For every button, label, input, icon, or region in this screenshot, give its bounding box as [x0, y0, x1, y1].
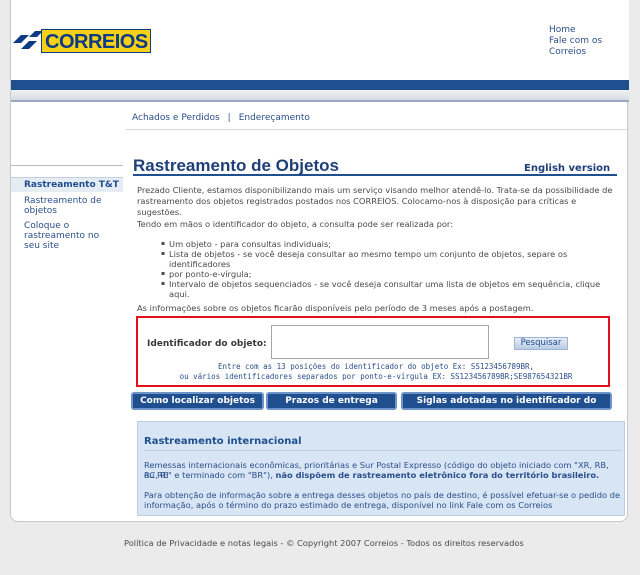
footer: Política de Privacidade e notas legais -…: [124, 538, 524, 548]
sidebar-item-coloque-line3[interactable]: seu site: [24, 241, 116, 251]
delivery-deadlines-button[interactable]: Prazos de entrega: [266, 392, 397, 410]
international-info-line1: Para obtenção de informação sobre a entr…: [144, 490, 621, 500]
list-item-continuation: por ponto-e-vírgula;: [161, 269, 621, 279]
contact-link-line1[interactable]: Fale com os: [549, 36, 629, 47]
intro-line-2: rastreamento dos objetos registrados pos…: [137, 196, 577, 217]
top-links: Home Fale com os Correios: [549, 25, 629, 58]
contact-correios-link[interactable]: Fale com os Correios: [467, 500, 553, 510]
list-item[interactable]: Intervalo de objetos sequenciados - se v…: [161, 279, 621, 299]
identifier-hint-1: Entre com as 13 posições do identificado…: [217, 362, 535, 371]
subnav: Achados e Perdidos | Endereçamento: [132, 113, 310, 123]
sidebar-item-rastreamento-line1[interactable]: Rastreamento de: [24, 196, 116, 206]
international-tracking-panel: Rastreamento internacional Remessas inte…: [137, 421, 625, 516]
international-title: Rastreamento internacional: [144, 436, 302, 447]
header-band-line: [11, 100, 629, 102]
sidebar-heading[interactable]: Rastreamento T&T: [11, 177, 123, 192]
international-text-line2: ou RE" e terminado com "BR"), não dispõe…: [144, 470, 622, 480]
list-item: Um objeto - para consultas individuais;: [161, 239, 621, 249]
sidebar-item-coloque-line2[interactable]: rastreamento no: [24, 231, 116, 241]
contact-link-line2[interactable]: Correios: [549, 47, 629, 58]
subnav-divider: [126, 129, 629, 130]
logo-text: CORREIOS: [45, 31, 148, 53]
page-container: CORREIOS Home Fale com os Correios Achad…: [10, 0, 629, 522]
sidebar-divider: [11, 165, 123, 166]
identifier-hint-2: ou vários identificadores separados por …: [179, 372, 573, 381]
sidebar-item-coloque-line1[interactable]: Coloque o: [24, 221, 116, 231]
english-version-link[interactable]: English version: [524, 163, 610, 174]
query-options-list: Um objeto - para consultas individuais; …: [161, 239, 621, 299]
identifier-textarea[interactable]: [272, 326, 488, 358]
home-link[interactable]: Home: [549, 25, 629, 36]
international-warning: não dispõem de rastreamento eletrônico f…: [275, 470, 600, 480]
international-info-line2: informação, após o término do prazo esti…: [144, 500, 622, 510]
acronyms-button[interactable]: Siglas adotadas no identificador do obje…: [401, 392, 612, 420]
international-text-part: ou RE" e terminado com "BR"),: [144, 470, 273, 480]
international-info-text: informação, após o término do prazo esti…: [144, 500, 465, 510]
lead-text: Tendo em mãos o identificador do objeto,…: [137, 219, 453, 229]
identifier-label: Identificador do objeto:: [147, 339, 267, 349]
sidebar-item-rastreamento-line2[interactable]: objetos: [24, 206, 116, 216]
list-item: Lista de objetos - se você deseja consul…: [161, 249, 621, 269]
subnav-separator: |: [227, 113, 231, 123]
correios-arrow-icon: [13, 31, 43, 49]
page-title: Rastreamento de Objetos: [133, 156, 339, 175]
how-to-locate-button[interactable]: Como localizar objetos: [131, 392, 264, 410]
title-underline: [133, 174, 617, 176]
availability-note: As informações sobre os objetos ficarão …: [137, 303, 534, 313]
header: CORREIOS Home Fale com os Correios: [11, 0, 629, 80]
international-divider: [144, 450, 622, 451]
subnav-achados-link[interactable]: Achados e Perdidos: [132, 113, 220, 123]
subnav-enderecamento-link[interactable]: Endereçamento: [239, 113, 310, 123]
search-button[interactable]: Pesquisar: [514, 337, 568, 350]
correios-logo[interactable]: CORREIOS: [11, 27, 151, 57]
intro-line-1: Prezado Cliente, estamos disponibilizand…: [137, 185, 613, 195]
identifier-input[interactable]: [271, 325, 489, 359]
